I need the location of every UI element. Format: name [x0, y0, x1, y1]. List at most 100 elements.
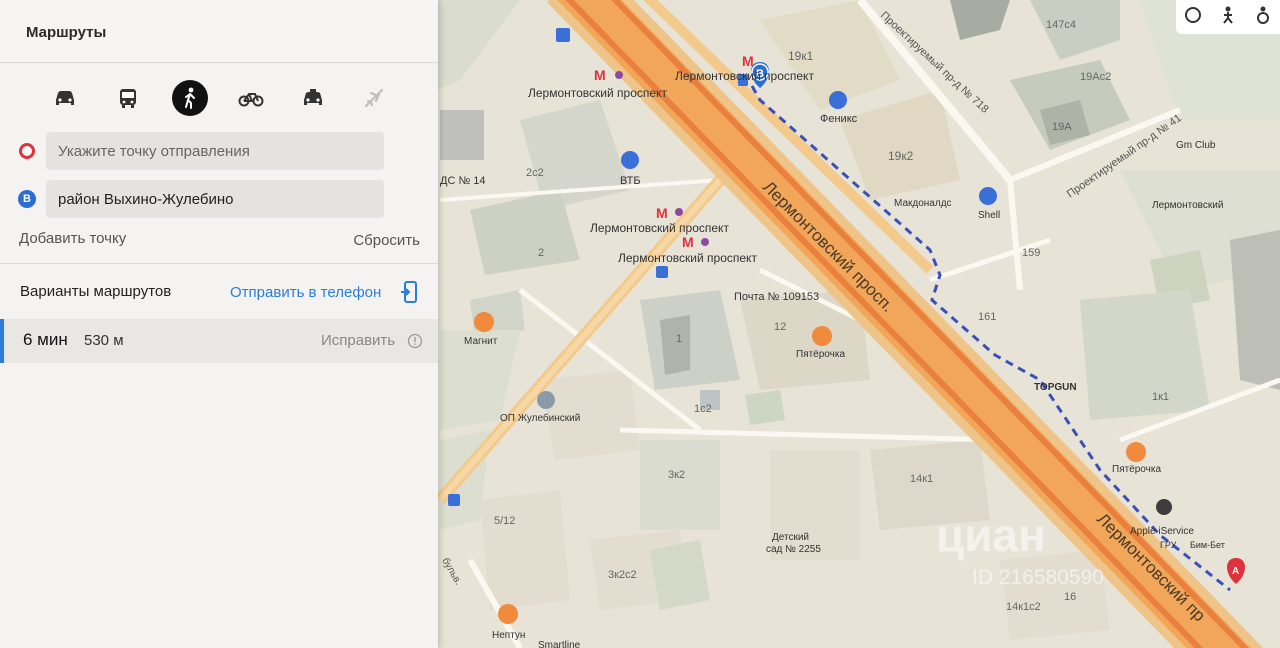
building-label: 16	[1064, 591, 1076, 603]
building-label: 3к2с2	[608, 569, 637, 581]
svg-text:М: М	[594, 67, 606, 83]
info-icon[interactable]	[407, 333, 423, 354]
poi-label: Детский	[772, 532, 809, 543]
building	[1080, 290, 1210, 420]
poi-label: Магнит	[464, 336, 498, 347]
building-label: 2	[538, 247, 544, 259]
bus-stop-icon[interactable]	[656, 266, 668, 278]
bus-icon	[120, 89, 136, 108]
bank-icon[interactable]	[621, 151, 639, 169]
metro-label: Лермонтовский проспект	[618, 251, 757, 265]
building-label: 161	[978, 311, 996, 323]
police-icon[interactable]	[537, 391, 555, 409]
bus-stop-icon[interactable]	[448, 494, 460, 506]
metro-icon[interactable]: М	[742, 53, 754, 69]
building-label: 1	[676, 333, 682, 345]
watermark-id: ID 216580590	[972, 566, 1104, 589]
car-icon	[56, 91, 74, 105]
service-icon[interactable]	[1156, 499, 1172, 515]
origin-pin-icon	[19, 143, 35, 159]
building-label: 12	[774, 321, 786, 333]
building-label: 14к1с2	[1006, 601, 1041, 613]
plane-mode-button[interactable]	[356, 80, 392, 116]
building-label: 1с2	[694, 403, 712, 415]
bicycle-icon	[238, 93, 264, 107]
grocery-icon[interactable]	[1126, 442, 1146, 462]
transport-modes	[0, 72, 438, 122]
send-to-phone-link[interactable]: Отправить в телефон	[230, 284, 381, 301]
origin-input[interactable]	[46, 132, 384, 170]
grocery-icon[interactable]	[474, 312, 494, 332]
pedestrian-icon[interactable]	[1218, 5, 1238, 30]
route-option[interactable]: 6 мин 530 м Исправить	[0, 319, 438, 363]
poi-label: ГРУ	[1160, 540, 1177, 550]
phone-icon[interactable]	[400, 280, 418, 308]
reset-link[interactable]: Сбросить	[353, 232, 420, 249]
building-label: 1к1	[1152, 391, 1169, 403]
poi-label: Почта № 109153	[734, 291, 819, 303]
building-label: 3к2	[668, 469, 685, 481]
shop-icon[interactable]	[829, 91, 847, 109]
poi-label: сад № 2255	[766, 544, 821, 555]
building-label: 14к1	[910, 473, 933, 485]
route-time: 6 мин	[23, 330, 68, 349]
svg-text:М: М	[682, 234, 694, 250]
plane-icon	[364, 88, 384, 108]
from-row	[0, 132, 438, 170]
poi-label: Лермонтовский	[1152, 200, 1223, 211]
panel-title: Маршруты	[26, 24, 107, 41]
green-area	[650, 540, 710, 610]
poi-label: Феникс	[820, 113, 858, 125]
poi-label: Бим-Бет	[1190, 540, 1225, 550]
poi-label: TOPGUN	[1034, 382, 1077, 393]
building-label: 147с4	[1046, 19, 1076, 31]
destination-input[interactable]	[46, 180, 384, 218]
building-label: 159	[1022, 247, 1040, 259]
svg-text:М: М	[742, 53, 754, 69]
fix-route-link[interactable]: Исправить	[321, 332, 395, 349]
building-label: 19к1	[788, 49, 814, 63]
variants-header: Варианты маршрутов Отправить в телефон	[0, 280, 438, 306]
add-point-link[interactable]: Добавить точку	[19, 230, 126, 247]
green-area	[745, 390, 785, 425]
bicycle-mode-button[interactable]	[233, 80, 269, 116]
to-row: B	[0, 180, 438, 218]
building	[440, 110, 484, 160]
accessibility-icon[interactable]	[1253, 5, 1273, 30]
divider	[0, 263, 438, 264]
poi-label: Shell	[978, 210, 1000, 221]
walking-icon	[185, 87, 195, 109]
panel-header: Маршруты	[0, 0, 438, 63]
map-controls	[1176, 0, 1280, 34]
building-label: 19А	[1052, 121, 1072, 133]
metro-label: Лермонтовский проспект	[675, 69, 814, 83]
bus-mode-button[interactable]	[110, 80, 146, 116]
gas-station-icon[interactable]	[979, 187, 997, 205]
poi-label: ОП Жулебинский	[500, 412, 580, 424]
watermark-logo: циан	[936, 509, 1046, 561]
poi-label: Макдоналдс	[894, 198, 952, 209]
grocery-icon[interactable]	[812, 326, 832, 346]
destination-pin-icon: B	[18, 190, 36, 208]
taxi-icon	[304, 89, 322, 105]
svg-text:A: A	[1232, 566, 1239, 577]
poi-label: Apple iService	[1130, 526, 1194, 537]
route-distance: 530 м	[84, 332, 124, 349]
building-label: 19к2	[888, 149, 914, 163]
layers-icon[interactable]	[1183, 5, 1203, 30]
poi-label: ВТБ	[620, 175, 641, 187]
poi-label: Пятёрочка	[1112, 464, 1161, 475]
grocery-icon[interactable]	[498, 604, 518, 624]
building-label: 19Ас2	[1080, 71, 1111, 83]
metro-label: Лермонтовский проспект	[590, 221, 729, 235]
bus-stop-icon[interactable]	[556, 28, 570, 42]
building-label: 5/12	[494, 515, 515, 527]
building	[660, 315, 690, 375]
poi-label: Gm Club	[1176, 140, 1216, 151]
taxi-mode-button[interactable]	[295, 80, 331, 116]
walking-mode-button[interactable]	[172, 80, 208, 116]
points-actions: Добавить точку Сбросить	[0, 230, 438, 254]
building-label: 2с2	[526, 167, 544, 179]
car-mode-button[interactable]	[47, 80, 83, 116]
metro-label: Лермонтовский проспект	[528, 86, 667, 100]
